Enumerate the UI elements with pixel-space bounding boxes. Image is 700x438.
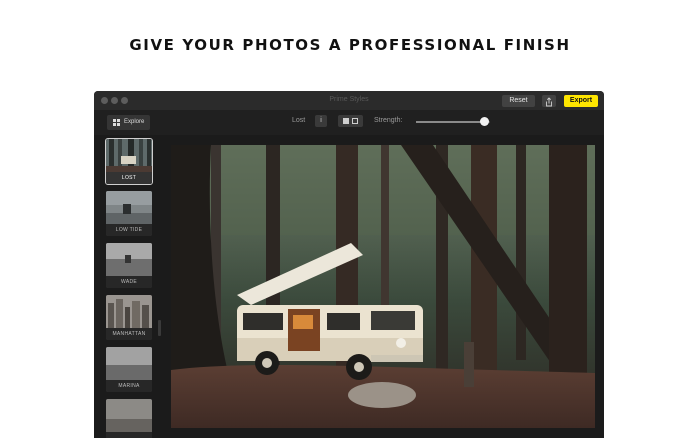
style-label [106, 432, 152, 438]
style-label: LOST [106, 172, 152, 184]
style-preview-image [106, 191, 152, 224]
headline: GIVE YOUR PHOTOS A PROFESSIONAL FINISH [129, 36, 571, 54]
strength-slider-knob[interactable] [479, 117, 489, 126]
style-thumb-manhattan[interactable]: MANHATTAN [106, 295, 152, 340]
info-button[interactable]: i [315, 115, 327, 127]
style-preview-image [106, 139, 152, 172]
export-button[interactable]: Export [564, 95, 598, 107]
current-style-name: Lost [292, 117, 306, 124]
canvas-area [162, 135, 604, 438]
strength-slider[interactable] [416, 121, 490, 123]
style-preview-image [106, 243, 152, 276]
explore-button[interactable]: Explore [107, 115, 150, 130]
sidebar-resize-handle[interactable] [158, 320, 161, 336]
style-preview-image [106, 399, 152, 432]
share-icon [546, 97, 552, 107]
style-preview-image [106, 347, 152, 380]
style-thumb-wade[interactable]: WADE [106, 243, 152, 288]
explore-label: Explore [124, 119, 145, 125]
strength-label: Strength: [374, 117, 403, 124]
title-bar: Prime Styles Reset Export [94, 91, 604, 110]
strength-slider-fill [416, 121, 485, 123]
toolbar: Explore Lost i Strength: [94, 110, 604, 135]
style-thumb-next[interactable] [106, 399, 152, 438]
reset-button[interactable]: Reset [502, 95, 535, 107]
style-label: MARINA [106, 380, 152, 392]
compare-after-icon [352, 118, 358, 124]
app-window: Prime Styles Reset Export Explore Lost i… [94, 91, 604, 438]
styles-sidebar: LOST LOW TIDE WADE MANHATTAN MARINA [94, 135, 162, 438]
style-preview-image [106, 295, 152, 328]
style-label: LOW TIDE [106, 224, 152, 236]
style-thumb-marina[interactable]: MARINA [106, 347, 152, 392]
photo-preview [171, 145, 595, 428]
style-label: WADE [106, 276, 152, 288]
compare-button[interactable] [338, 115, 363, 127]
style-thumb-lost[interactable]: LOST [105, 138, 153, 185]
grid-icon [113, 119, 120, 126]
compare-before-icon [343, 118, 349, 124]
share-button[interactable] [542, 95, 556, 107]
style-thumb-low-tide[interactable]: LOW TIDE [106, 191, 152, 236]
style-label: MANHATTAN [106, 328, 152, 340]
